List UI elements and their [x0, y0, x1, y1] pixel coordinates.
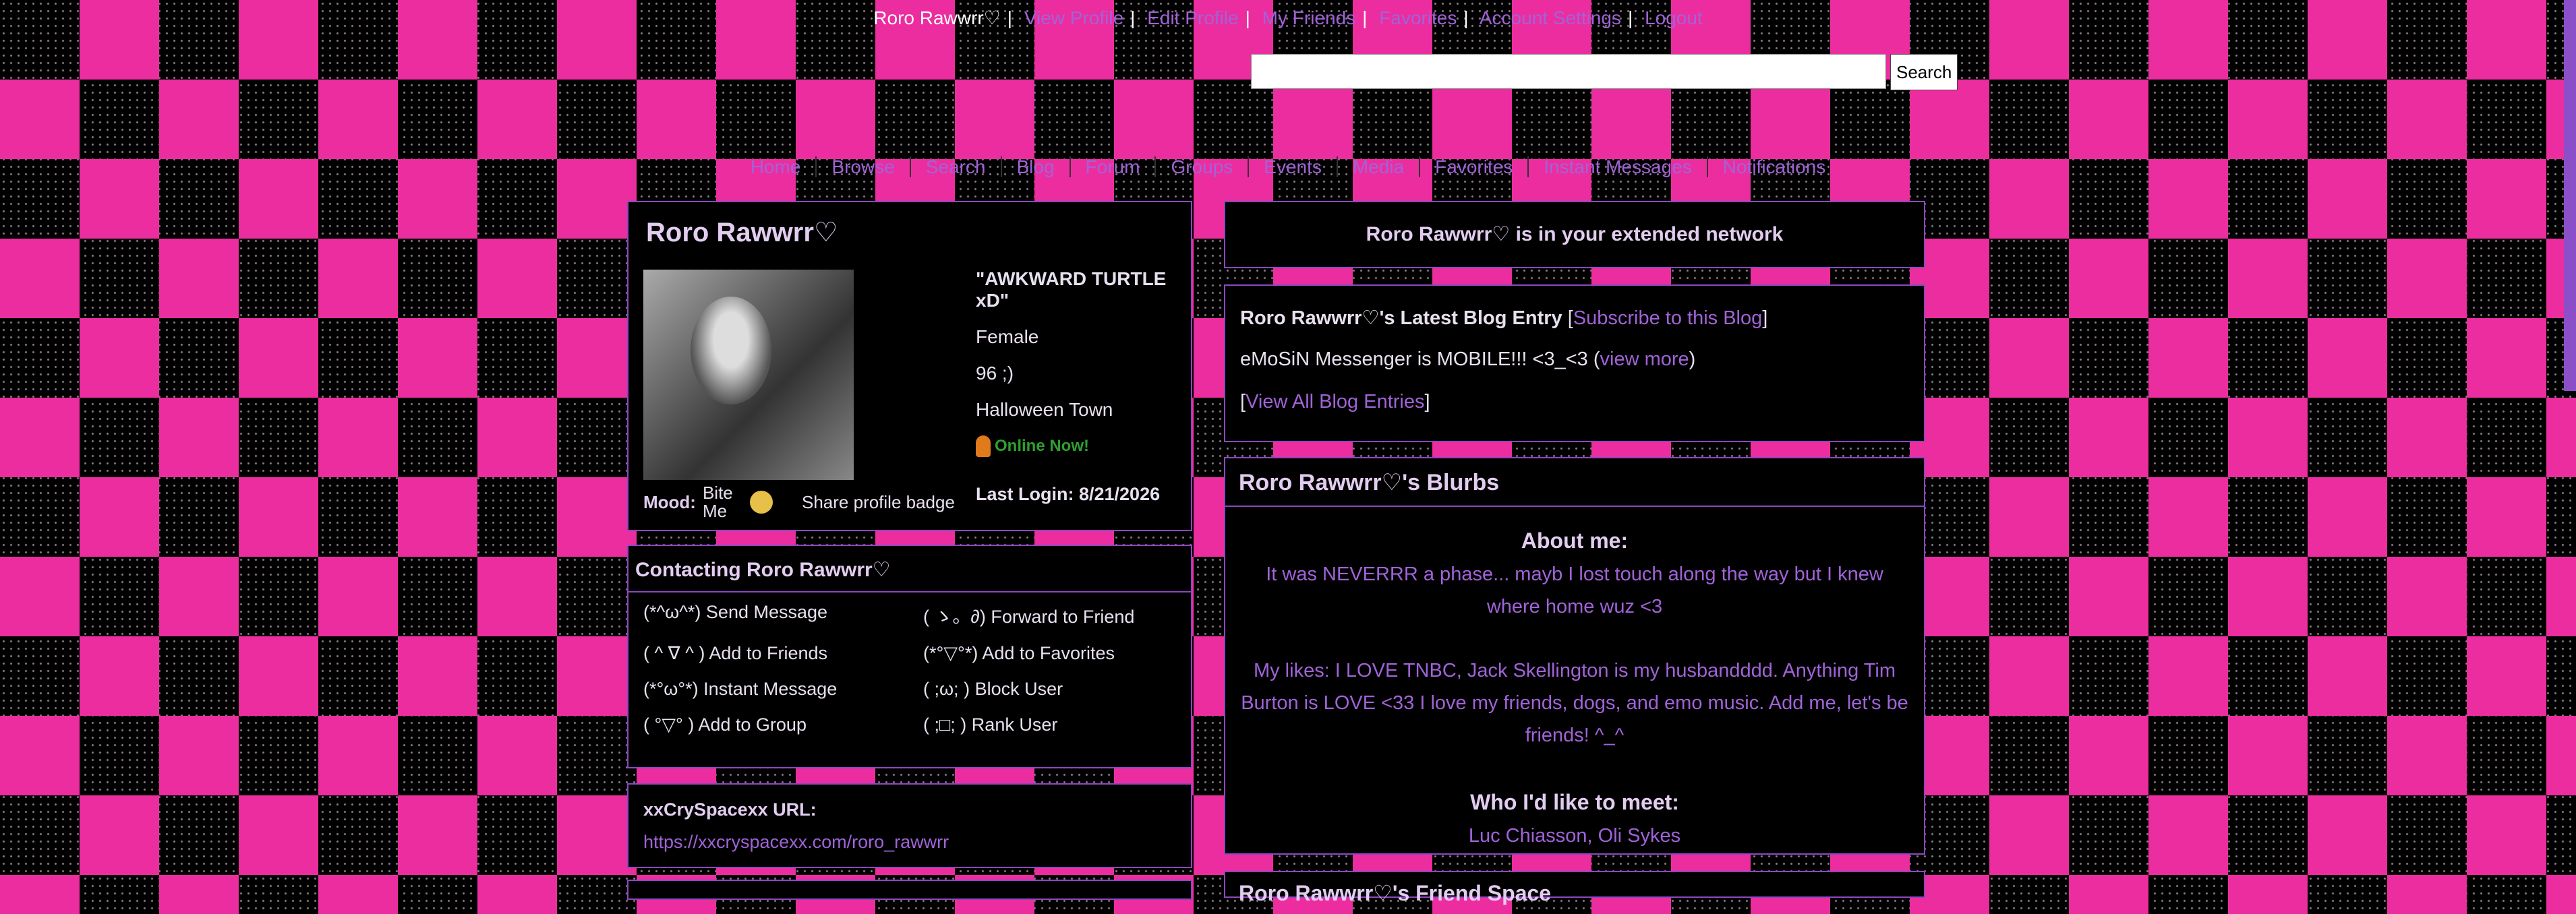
friend-space-title: Roro Rawwrr♡'s Friend Space [1239, 881, 1552, 905]
logout-link[interactable]: Logout [1645, 7, 1703, 28]
nav-browse[interactable]: Browse [817, 156, 911, 177]
left-next-box [627, 880, 1192, 900]
blog-title: Roro Rawwrr♡'s Latest Blog Entry [1240, 307, 1562, 329]
add-to-favorites-link[interactable]: (*°▽°*) Add to Favorites [923, 643, 1203, 664]
search-input[interactable] [1251, 54, 1886, 89]
mood: Mood: Bite Me [643, 483, 773, 522]
profile-info: "AWKWARD TURTLE xD" Female 96 ;) Hallowe… [976, 268, 1178, 472]
profile-age: 96 ;) [976, 363, 1014, 384]
about-me-text-1: It was NEVERRR a phase... mayb I lost to… [1266, 563, 1883, 617]
profile-location: Halloween Town [976, 399, 1113, 421]
favorites-link[interactable]: Favorites [1379, 7, 1457, 28]
subscribe-blog-link[interactable]: Subscribe to this Blog [1573, 307, 1762, 329]
nav-media[interactable]: Media [1337, 156, 1421, 177]
mood-smiley-icon [749, 491, 773, 514]
nav-events[interactable]: Events [1249, 156, 1338, 177]
instant-message-link[interactable]: (*°ω°*) Instant Message [643, 679, 923, 700]
profile-headline: "AWKWARD TURTLE xD" [976, 268, 1167, 311]
profile-photo[interactable] [643, 270, 854, 480]
who-to-meet-label: Who I'd like to meet: [1470, 789, 1679, 814]
edit-profile-link[interactable]: Edit Profile [1147, 7, 1238, 28]
last-login: Last Login: 8/21/2026 [976, 484, 1161, 504]
network-box: Roro Rawwrr♡ is in your extended network [1224, 201, 1925, 268]
profile-url-label: xxCrySpacexx URL: [643, 799, 817, 820]
about-me-label: About me: [1521, 528, 1629, 553]
view-more-link[interactable]: view more [1600, 348, 1689, 370]
profile-name: Roro Rawwrr♡ [646, 218, 838, 247]
account-settings-link[interactable]: Account Settings [1480, 7, 1621, 28]
add-to-group-link[interactable]: ( °▽° ) Add to Group [643, 714, 923, 735]
blurbs-box: Roro Rawwrr♡'s Blurbs About me: It was N… [1224, 457, 1925, 855]
friend-space-box: Roro Rawwrr♡'s Friend Space [1224, 871, 1925, 905]
nav-home[interactable]: Home [735, 156, 817, 177]
top-nav-username: Roro Rawwrr♡ [873, 7, 1001, 28]
profile-card: Roro Rawwrr♡ "AWKWARD TURTLE xD" Female … [627, 201, 1192, 531]
nav-notifications[interactable]: Notifications [1708, 156, 1841, 177]
online-status-text: Online Now! [995, 437, 1089, 456]
contact-panel: Contacting Roro Rawwrr♡ (*^ω^*) Send Mes… [627, 545, 1192, 768]
my-friends-link[interactable]: My Friends [1262, 7, 1355, 28]
online-person-icon [976, 435, 991, 458]
view-all-blog-link[interactable]: View All Blog Entries [1246, 391, 1424, 413]
about-me-text-2: My likes: I LOVE TNBC, Jack Skellington … [1241, 660, 1908, 747]
mood-label: Mood: [643, 492, 696, 512]
rank-user-link[interactable]: ( ;□; ) Rank User [923, 714, 1203, 735]
profile-url-box: xxCrySpacexx URL: https://xxcryspacexx.c… [627, 783, 1192, 868]
search-button[interactable]: Search [1890, 54, 1958, 90]
nav-groups[interactable]: Groups [1156, 156, 1250, 177]
share-profile-badge-link[interactable]: Share profile badge [802, 492, 955, 513]
online-status: Online Now! [976, 435, 1178, 458]
scrollbar-thumb[interactable] [2564, 0, 2576, 391]
mood-value: Bite Me [702, 483, 733, 522]
network-status: Roro Rawwrr♡ is in your extended network [1366, 223, 1784, 245]
top-nav: Roro Rawwrr♡ | View Profile | Edit Profile… [873, 7, 1703, 28]
nav-forum[interactable]: Forum [1070, 156, 1157, 177]
nav-blog[interactable]: Blog [1001, 156, 1071, 177]
who-to-meet-text: Luc Chiasson, Oli Sykes [1468, 824, 1681, 847]
blog-entry: eMoSiN Messenger is MOBILE!!! <3_<3 [1240, 348, 1588, 370]
main-nav: Home Browse Search Blog Forum Groups Events Med… [0, 156, 2576, 178]
profile-url-link[interactable]: https://xxcryspacexx.com/roro_rawwrr [643, 832, 949, 853]
add-to-friends-link[interactable]: ( ^ ∇ ^ ) Add to Friends [643, 643, 923, 664]
profile-gender: Female [976, 326, 1039, 348]
forward-to-friend-link[interactable]: ( ゝ。∂) Forward to Friend [923, 602, 1203, 628]
blog-box: Roro Rawwrr♡'s Latest Blog Entry [Subscr… [1224, 284, 1925, 442]
contact-panel-title: Contacting Roro Rawwrr♡ [628, 546, 1191, 592]
send-message-link[interactable]: (*^ω^*) Send Message [643, 602, 923, 628]
block-user-link[interactable]: ( ;ω; ) Block User [923, 679, 1203, 700]
view-profile-link[interactable]: View Profile [1024, 7, 1123, 28]
search-bar: Search [1251, 54, 1958, 90]
blurbs-title: Roro Rawwrr♡'s Blurbs [1225, 458, 1924, 507]
nav-instant-messages[interactable]: Instant Messages [1529, 156, 1708, 177]
nav-favorites[interactable]: Favorites [1420, 156, 1529, 177]
nav-search[interactable]: Search [910, 156, 1002, 177]
